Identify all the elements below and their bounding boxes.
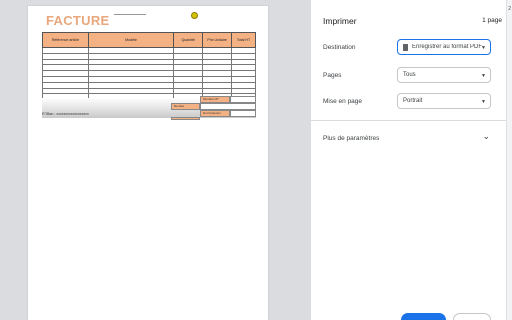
pages-select[interactable]: Tous ▼ (397, 67, 491, 83)
layout-select[interactable]: Portrait ▼ (397, 93, 491, 109)
cancel-button[interactable] (453, 313, 491, 320)
chevron-down-icon[interactable]: ⌄ (482, 131, 490, 142)
dropdown-arrow-icon: ▼ (481, 73, 486, 79)
bank-details: R°IBan : xxxxxxxxxxxxxxxxxx (42, 112, 89, 116)
section-divider (311, 120, 512, 121)
layout-label: Mise en page (323, 98, 363, 105)
document-icon (403, 43, 408, 51)
destination-select[interactable]: Enregistrer au format PDF ▼ (397, 39, 491, 55)
summary-value-box (230, 110, 256, 117)
page-count: 1 page (482, 17, 502, 24)
pages-label: Pages (323, 72, 342, 79)
pages-value: Tous (403, 72, 416, 78)
summary-accent (171, 117, 200, 120)
edge-number: 2 (508, 6, 511, 12)
window-edge-strip: 2 (506, 0, 512, 320)
layout-value: Portrait (403, 98, 423, 104)
destination-value: Enregistrer au format PDF (412, 44, 483, 50)
destination-label: Destination (323, 44, 356, 51)
dropdown-arrow-icon: ▼ (481, 45, 486, 51)
preview-page: FACTURE Référence article Modèle Quantit… (28, 6, 268, 320)
summary-value-box (230, 96, 256, 103)
dropdown-arrow-icon: ▼ (481, 99, 486, 105)
invoice-title: FACTURE (46, 13, 110, 28)
column-header: Quantité (173, 32, 204, 48)
print-button[interactable] (401, 313, 446, 320)
summary-value-box (200, 103, 256, 110)
column-header: Modèle (87, 32, 175, 48)
logo-icon (191, 12, 198, 19)
dialog-title: Imprimer (323, 16, 357, 26)
print-preview-area: FACTURE Référence article Modèle Quantit… (0, 0, 311, 320)
title-divider (114, 14, 146, 15)
summary-label-montant: Montant HT (200, 96, 230, 103)
more-settings-toggle[interactable]: Plus de paramètres (323, 135, 379, 142)
summary-label-remise: Remise (171, 103, 200, 110)
summary-label-net: Net Financier (200, 110, 230, 117)
invoice-table: Référence article Modèle Quantité Prix U… (42, 32, 256, 106)
column-header: Total HT (231, 32, 256, 48)
print-settings-panel: Imprimer 1 page Destination Enregistrer … (311, 0, 512, 320)
column-header: Prix Unitaire (202, 32, 233, 48)
column-header: Référence article (42, 32, 89, 48)
